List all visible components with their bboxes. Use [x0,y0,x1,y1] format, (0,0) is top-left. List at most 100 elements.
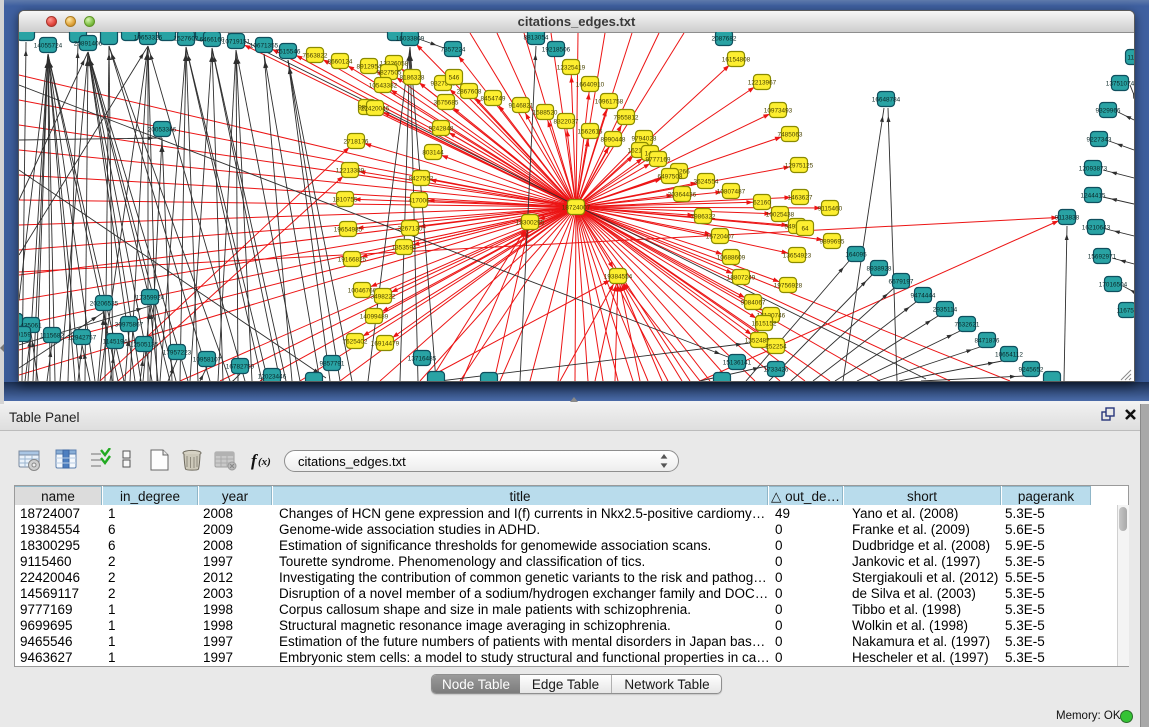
svg-text:9084067: 9084067 [741,299,766,306]
svg-text:7485063: 7485063 [778,131,803,138]
svg-text:10958107: 10958107 [193,356,222,363]
svg-text:19384554: 19384554 [604,273,633,280]
svg-text:12093873: 12093873 [1079,165,1108,172]
svg-text:1112: 1112 [1127,54,1134,61]
svg-text:14055724: 14055724 [34,42,63,49]
svg-text:9146821: 9146821 [509,102,534,109]
svg-text:10961758: 10961758 [595,98,624,105]
svg-text:546: 546 [449,74,460,81]
svg-text:15720407: 15720407 [706,233,735,240]
svg-text:9329966: 9329966 [1096,107,1121,114]
svg-text:9899695: 9899695 [820,238,845,245]
svg-text:19218506: 19218506 [542,46,571,53]
svg-text:9827505: 9827505 [377,69,402,76]
svg-text:2087682: 2087682 [712,35,737,42]
svg-text:13654923: 13654923 [783,252,812,259]
svg-text:8660124: 8660124 [328,58,353,65]
svg-text:10543382: 10543382 [369,82,398,89]
svg-text:10025438: 10025438 [766,211,795,218]
svg-text:15136141: 15136141 [723,359,752,366]
svg-text:12975125: 12975125 [785,162,814,169]
svg-text:1733426: 1733426 [764,366,789,373]
svg-text:16154808: 16154808 [722,56,751,63]
svg-text:2935114: 2935114 [933,306,958,313]
svg-text:64: 64 [801,225,809,232]
svg-text:12505135: 12505135 [130,341,159,348]
svg-text:3267130: 3267130 [398,225,423,232]
svg-text:1615152: 1615152 [752,320,777,327]
svg-text:18300295: 18300295 [516,219,545,226]
svg-text:1145194: 1145194 [103,338,128,345]
svg-text:8813054: 8813054 [524,34,549,41]
svg-text:1244415: 1244415 [1081,192,1106,199]
svg-text:20364436: 20364436 [668,191,697,198]
svg-text:19166825: 19166825 [338,256,367,263]
svg-text:803144: 803144 [422,149,444,156]
svg-text:17359924: 17359924 [136,294,165,301]
svg-text:7632621: 7632621 [955,321,980,328]
svg-text:8186328: 8186328 [400,74,425,81]
svg-text:3498222: 3498222 [371,293,396,300]
svg-text:18724007: 18724007 [562,204,591,211]
svg-text:16210643: 16210643 [1082,224,1111,231]
svg-text:12942757: 12942757 [68,334,97,341]
svg-text:9227343: 9227343 [1087,136,1112,143]
svg-text:62160: 62160 [753,199,771,206]
svg-text:164095: 164095 [845,251,867,258]
svg-text:1810755: 1810755 [333,196,358,203]
svg-text:12213389: 12213389 [336,167,365,174]
svg-text:417006: 417006 [408,197,430,204]
svg-text:22420046: 22420046 [361,105,390,112]
svg-text:2718176: 2718176 [344,138,369,145]
svg-text:18807249: 18807249 [727,274,756,281]
svg-text:3624554: 3624554 [694,178,719,185]
svg-text:12213967: 12213967 [748,79,777,86]
svg-text:13751074: 13751074 [1106,80,1134,87]
svg-text:10807487: 10807487 [717,188,746,195]
svg-text:8427552: 8427552 [409,175,434,182]
svg-text:6679197: 6679197 [889,278,914,285]
svg-text:10719151: 10719151 [222,38,251,45]
svg-text:12023446: 12023446 [258,373,287,380]
svg-text:10973493: 10973493 [764,107,793,114]
svg-text:9245652: 9245652 [1019,366,1044,373]
svg-text:10654112: 10654112 [995,351,1023,358]
svg-text:2867608: 2867608 [457,88,482,95]
svg-text:(x): (x) [258,456,271,468]
svg-text:19756928: 19756928 [774,282,803,289]
svg-text:15692971: 15692971 [1088,253,1117,260]
svg-text:10671355: 10671355 [250,42,279,49]
svg-text:1588520: 1588520 [533,109,558,116]
svg-text:20206535: 20206535 [90,300,119,307]
svg-text:1463627: 1463627 [788,194,813,201]
svg-text:8990448: 8990448 [601,136,626,143]
svg-text:9242848: 9242848 [429,125,454,132]
svg-text:39159: 39159 [19,331,31,338]
svg-text:1115682: 1115682 [40,332,64,339]
svg-text:9777169: 9777169 [646,156,671,163]
svg-text:16033809: 16033809 [396,35,425,42]
svg-text:7625402: 7625402 [343,338,368,345]
svg-text:7515546: 7515546 [276,48,301,55]
svg-text:20891406: 20891406 [74,40,103,47]
svg-text:17957223: 17957223 [163,349,192,356]
svg-text:7955812: 7955812 [614,114,639,121]
svg-text:1353594: 1353594 [392,244,417,251]
svg-text:7663822: 7663822 [303,52,328,59]
svg-text:8938928: 8938928 [867,265,892,272]
svg-text:7357224: 7357224 [441,46,466,53]
svg-text:6497508: 6497508 [658,173,683,180]
svg-text:16648784: 16648784 [872,96,901,103]
svg-text:12325419: 12325419 [557,64,586,71]
svg-text:9794028: 9794028 [632,135,657,142]
svg-text:13716485: 13716485 [408,355,437,362]
svg-text:1527602: 1527602 [174,35,199,42]
svg-text:1562615: 1562615 [578,128,603,135]
svg-text:9857791: 9857791 [320,360,345,367]
svg-text:8471876: 8471876 [975,337,1000,344]
svg-text:8454749: 8454749 [481,95,506,102]
svg-text:16640910: 16640910 [576,81,605,88]
svg-text:8322037: 8322037 [554,118,579,125]
svg-text:9474444: 9474444 [911,292,936,299]
svg-text:7986322: 7986322 [691,213,716,220]
